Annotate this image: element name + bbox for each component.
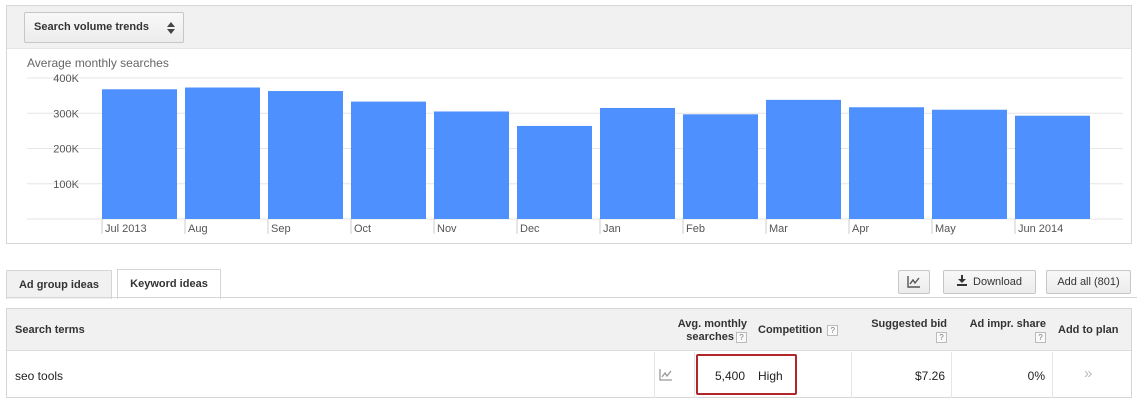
x-tick-label: Oct — [354, 223, 371, 235]
keyword-table: Search terms Avg. monthly searches? Comp… — [6, 308, 1132, 398]
y-tick-label: 300K — [53, 108, 79, 120]
line-chart-icon — [907, 276, 920, 288]
table-row[interactable]: seo tools 5,400 High $7.26 0% » — [7, 352, 1131, 397]
header-ad-impr-share-label: Ad impr. share — [969, 318, 1046, 330]
help-icon[interactable]: ? — [1035, 331, 1046, 343]
x-tick-label: Dec — [520, 223, 540, 235]
bar — [185, 87, 260, 219]
x-tick-label: Nov — [437, 223, 457, 235]
bar — [517, 125, 592, 219]
bar — [766, 99, 841, 219]
x-tick-label: Aug — [188, 223, 208, 235]
tabs-divider — [6, 297, 1137, 298]
y-tick-label: 400K — [53, 73, 79, 85]
add-all-label: Add all (801) — [1057, 276, 1120, 288]
x-tick-label: Mar — [769, 223, 788, 235]
header-avg-monthly-searches[interactable]: Avg. monthly searches? — [667, 318, 747, 344]
tab-keyword-ideas[interactable]: Keyword ideas — [117, 269, 221, 299]
bar-chart: 100K 200K 300K 400K Jul 2013 Aug Sep Oct Nov Dec J… — [27, 73, 1123, 235]
x-tick-label: Jan — [603, 223, 621, 235]
chart-toggle-button[interactable] — [898, 270, 930, 294]
x-tick-label: May — [935, 223, 956, 235]
table-header: Search terms Avg. monthly searches? Comp… — [7, 309, 1131, 351]
header-suggested-bid[interactable]: Suggested bid ? — [857, 318, 947, 344]
bar — [600, 107, 675, 219]
header-avg-monthly-line1: Avg. monthly — [677, 318, 747, 330]
bar — [102, 89, 177, 219]
header-avg-monthly-line2: searches — [686, 331, 734, 343]
help-icon[interactable]: ? — [936, 331, 947, 343]
header-competition[interactable]: Competition? — [758, 324, 839, 336]
download-button[interactable]: Download — [943, 270, 1036, 294]
bar — [683, 114, 758, 219]
y-tick-label: 200K — [53, 144, 79, 156]
tab-ad-group-ideas[interactable]: Ad group ideas — [6, 270, 112, 299]
y-tick-label: 100K — [53, 179, 79, 191]
tab-label: Ad group ideas — [18, 279, 100, 291]
suggested-bid-value: $7.26 — [914, 369, 945, 383]
bar — [932, 109, 1007, 219]
highlight-box — [696, 354, 797, 395]
header-suggested-bid-label: Suggested bid — [871, 318, 947, 330]
bar — [1015, 115, 1090, 219]
bar — [849, 107, 924, 219]
x-tick-label: Jun 2014 — [1018, 223, 1063, 235]
x-tick-label: Apr — [852, 223, 869, 235]
header-ad-impr-share[interactable]: Ad impr. share ? — [954, 318, 1046, 344]
download-icon — [957, 275, 968, 286]
bar — [351, 101, 426, 219]
add-all-button[interactable]: Add all (801) — [1046, 270, 1131, 294]
bar — [268, 91, 343, 219]
x-tick-label: Feb — [686, 223, 705, 235]
ad-impr-share-value: 0% — [1027, 369, 1045, 383]
download-label: Download — [973, 276, 1022, 288]
header-add-to-plan: Add to plan — [1058, 324, 1119, 336]
header-competition-label: Competition — [758, 324, 823, 336]
tab-label: Keyword ideas — [130, 278, 208, 290]
chart-panel: Search volume trends Average monthly sea… — [6, 5, 1132, 244]
add-to-plan-button[interactable]: » — [1084, 365, 1092, 382]
search-term[interactable]: seo tools — [15, 369, 63, 383]
bar — [434, 111, 509, 219]
x-tick-label: Sep — [271, 223, 291, 235]
x-tick-label: Jul 2013 — [105, 223, 147, 235]
header-search-terms[interactable]: Search terms — [15, 324, 85, 336]
help-icon[interactable]: ? — [736, 331, 747, 343]
help-icon[interactable]: ? — [827, 324, 839, 336]
trend-chart-icon[interactable] — [659, 369, 673, 381]
